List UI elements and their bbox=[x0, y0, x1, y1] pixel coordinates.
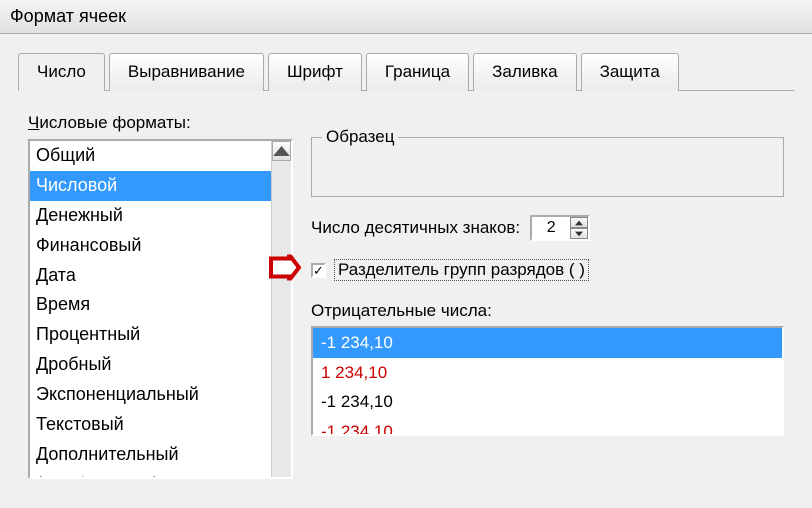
window-title: Формат ячеек bbox=[10, 6, 126, 26]
tab-panel-number: Числовые форматы: ОбщийЧисловойДенежныйФ… bbox=[18, 91, 794, 489]
tab-1[interactable]: Выравнивание bbox=[109, 53, 264, 91]
list-item[interactable]: Дробный bbox=[30, 350, 291, 380]
formats-listbox[interactable]: ОбщийЧисловойДенежныйФинансовыйДатаВремя… bbox=[28, 139, 293, 479]
separator-label[interactable]: Разделитель групп разрядов ( ) bbox=[334, 259, 589, 281]
negative-item[interactable]: -1 234,10 bbox=[313, 417, 782, 437]
decimal-input[interactable] bbox=[532, 217, 570, 239]
list-item[interactable]: Время bbox=[30, 290, 291, 320]
negative-item[interactable]: -1 234,10 bbox=[313, 387, 782, 417]
list-item[interactable]: Общий bbox=[30, 141, 291, 171]
list-item[interactable]: Числовой bbox=[30, 171, 291, 201]
negative-item[interactable]: -1 234,10 bbox=[313, 328, 782, 358]
list-item[interactable]: Дополнительный bbox=[30, 440, 291, 470]
list-item[interactable]: Финансовый bbox=[30, 231, 291, 261]
formats-label: Числовые форматы: bbox=[28, 113, 293, 133]
check-icon: ✓ bbox=[313, 264, 324, 277]
sample-legend: Образец bbox=[322, 127, 398, 147]
list-item[interactable]: Дата bbox=[30, 261, 291, 291]
tab-2[interactable]: Шрифт bbox=[268, 53, 362, 91]
decimal-places-row: Число десятичных знаков: bbox=[311, 215, 784, 241]
dialog-content: ЧислоВыравниваниеШрифтГраницаЗаливкаЗащи… bbox=[0, 34, 812, 489]
spinner-down-button[interactable] bbox=[570, 228, 588, 239]
spinner-up-button[interactable] bbox=[570, 217, 588, 228]
decimal-label: Число десятичных знаков: bbox=[311, 218, 520, 238]
sample-fieldset: Образец bbox=[311, 137, 784, 197]
formats-panel: Числовые форматы: ОбщийЧисловойДенежныйФ… bbox=[28, 113, 293, 479]
separator-row: ✓ Разделитель групп разрядов ( ) bbox=[311, 259, 784, 281]
tab-4[interactable]: Заливка bbox=[473, 53, 576, 91]
scroll-up-button[interactable] bbox=[272, 141, 291, 161]
list-item[interactable]: Денежный bbox=[30, 201, 291, 231]
tab-3[interactable]: Граница bbox=[366, 53, 469, 91]
dialog-window: Формат ячеек ЧислоВыравниваниеШрифтГрани… bbox=[0, 0, 812, 508]
list-item[interactable]: Процентный bbox=[30, 320, 291, 350]
list-item[interactable]: (все форматы) bbox=[30, 470, 291, 479]
scrollbar[interactable] bbox=[271, 141, 291, 477]
decimal-spinner[interactable] bbox=[530, 215, 590, 241]
tab-5[interactable]: Защита bbox=[581, 53, 679, 91]
negative-item[interactable]: 1 234,10 bbox=[313, 358, 782, 388]
options-panel: Образец Число десятичных знаков: bbox=[311, 113, 784, 479]
negative-label: Отрицательные числа: bbox=[311, 301, 784, 321]
list-item[interactable]: Экспоненциальный bbox=[30, 380, 291, 410]
tab-strip: ЧислоВыравниваниеШрифтГраницаЗаливкаЗащи… bbox=[18, 52, 794, 91]
separator-checkbox[interactable]: ✓ bbox=[311, 263, 326, 278]
arrow-icon bbox=[269, 255, 301, 286]
list-item[interactable]: Текстовый bbox=[30, 410, 291, 440]
tab-0[interactable]: Число bbox=[18, 53, 105, 91]
titlebar: Формат ячеек bbox=[0, 0, 812, 34]
negative-listbox[interactable]: -1 234,101 234,10-1 234,10-1 234,10 bbox=[311, 326, 784, 436]
